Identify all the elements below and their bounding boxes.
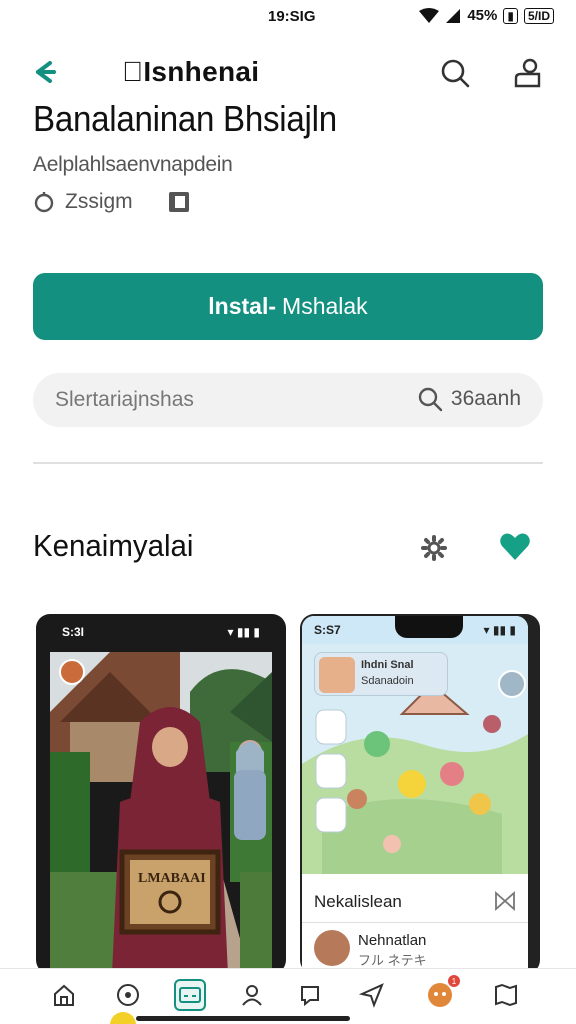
clock-icon: [34, 192, 54, 213]
battery-percent: 45%: [467, 7, 498, 24]
app-subtitle: Aelplahlsaenvnapdein: [33, 153, 233, 176]
map-icon: [495, 983, 517, 1007]
avatar: [319, 657, 355, 693]
nav-apps[interactable]: [174, 979, 206, 1011]
app-brand: Isnhenai: [122, 56, 259, 88]
share-button[interactable]: [418, 532, 450, 564]
search-icon: [418, 387, 443, 412]
section-title: Kenaimyalai: [33, 528, 194, 563]
search-button[interactable]: [438, 56, 472, 90]
signal-icon: [446, 8, 461, 23]
meta-value: Zssigm: [65, 190, 133, 213]
game-scene: Ihdni Snal Sdanadoin: [302, 644, 528, 874]
app-meta: Zssigm: [33, 190, 191, 214]
gear-icon: [421, 535, 447, 561]
nav-explore[interactable]: [112, 979, 144, 1011]
chat-title: Ihdni Snal: [361, 659, 414, 671]
document-icon: [168, 192, 189, 212]
divider: [302, 922, 528, 923]
screenshot-photo: LMABAAI: [50, 652, 272, 974]
nav-home[interactable]: [48, 979, 80, 1011]
wifi-icon: [419, 7, 440, 23]
screenshot-status-icons: ▾ ▮▮ ▮: [483, 623, 516, 637]
bowtie-icon: [495, 890, 515, 912]
search-input[interactable]: Slertariajnshas 36aanh: [33, 373, 543, 427]
apple-logo-icon: : [122, 56, 143, 87]
bookmark-button[interactable]: [494, 890, 516, 912]
account-button[interactable]: [511, 56, 545, 90]
screenshot-screen: S:S7 ▾ ▮▮ ▮ Ihdni Snal Sdanadoin Nekalis…: [302, 616, 528, 974]
app-header: Isnhenai: [0, 50, 576, 94]
chat-text: Sdanadoin: [361, 675, 414, 687]
search-placeholder: Slertariajnshas: [55, 388, 194, 411]
status-icons: 45% ▮ 5/ID: [419, 7, 554, 24]
list-item-subtitle: フル ネテキ: [358, 953, 427, 968]
nav-chat[interactable]: [294, 979, 326, 1011]
phone-notch: [395, 616, 463, 638]
battery-icon: ▮: [503, 7, 518, 24]
search-count: 36aanh: [450, 387, 521, 410]
nav-map[interactable]: [490, 979, 522, 1011]
home-indicator[interactable]: [136, 1016, 350, 1021]
favorite-button[interactable]: [498, 530, 532, 564]
search-action[interactable]: 36aanh: [417, 386, 521, 412]
chat-icon: [301, 986, 319, 1007]
notification-badge: 1: [448, 975, 460, 987]
brand-name: Isnhenai: [122, 56, 259, 87]
status-bar: 19:SIG 45% ▮ 5/ID: [0, 0, 576, 36]
search-icon: [441, 59, 470, 88]
screenshot-status-bar: S:3I ▾ ▮▮ ▮: [36, 614, 286, 650]
status-time: 19:SIG: [268, 8, 316, 25]
list-item-name: Nehnatlan: [358, 932, 427, 949]
screenshot-card-1[interactable]: S:3I ▾ ▮▮ ▮ LMABAAI: [36, 614, 286, 974]
heart-icon: [500, 533, 530, 560]
chat-bubble[interactable]: Ihdni Snal Sdanadoin: [314, 652, 448, 696]
person-icon: [514, 58, 541, 88]
list-title: Nekalislean: [314, 892, 402, 911]
app-title: Banalaninan Bhsiajln: [33, 98, 337, 139]
apps-icon: [179, 987, 201, 1003]
install-button[interactable]: lnstal- Mshalak: [33, 273, 543, 340]
screenshot-time: S:S7: [314, 623, 341, 637]
profile-icon: [242, 985, 262, 1006]
nav-profile[interactable]: [236, 979, 268, 1011]
home-icon: [54, 984, 74, 1006]
sign-text: LMABAAI: [138, 871, 206, 886]
screenshot-status-icons: ▾ ▮▮ ▮: [227, 625, 260, 639]
battery-box: 5/ID: [523, 7, 554, 24]
compass-icon: [117, 984, 139, 1006]
send-icon: [359, 983, 384, 1008]
screenshot-card-2[interactable]: S:S7 ▾ ▮▮ ▮ Ihdni Snal Sdanadoin Nekalis…: [300, 614, 540, 974]
install-label: Mshalak: [282, 293, 368, 319]
nav-send[interactable]: [356, 979, 388, 1011]
nav-avatar[interactable]: 1: [424, 975, 460, 1011]
install-label-bold: lnstal-: [208, 293, 277, 319]
back-button[interactable]: [28, 56, 62, 88]
back-arrow-icon: [36, 61, 56, 83]
screenshot-time: S:3I: [62, 625, 85, 639]
divider: [33, 462, 543, 464]
avatar: [314, 930, 350, 966]
